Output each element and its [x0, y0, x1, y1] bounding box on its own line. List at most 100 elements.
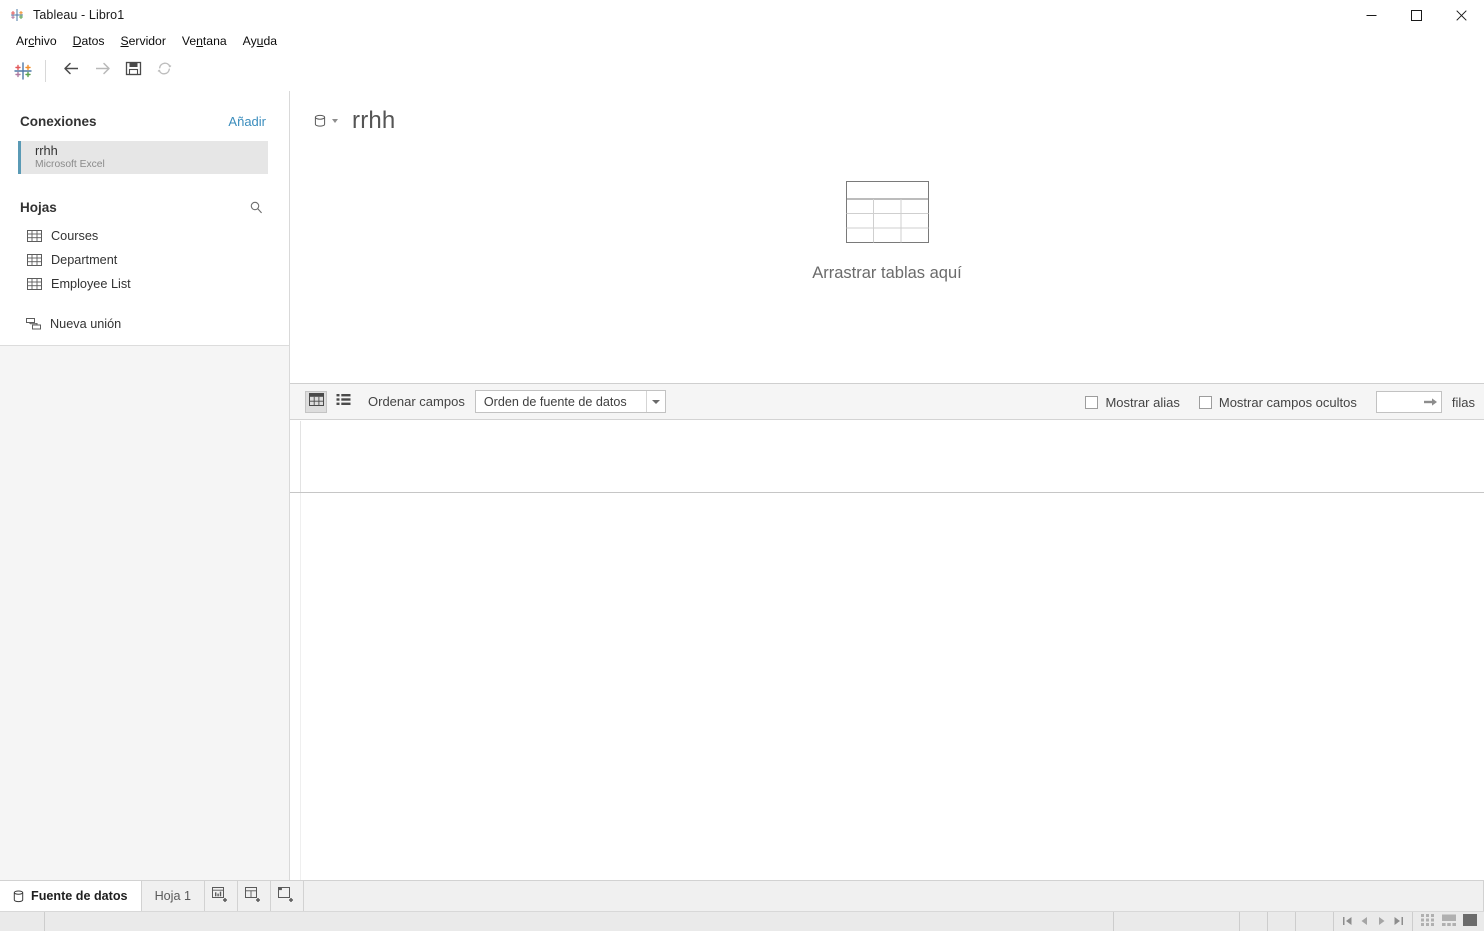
- close-button[interactable]: [1439, 0, 1484, 30]
- window-title: Tableau - Libro1: [33, 8, 125, 22]
- maximize-button[interactable]: [1394, 0, 1439, 30]
- union-icon: [26, 317, 42, 331]
- checkbox-box: [1085, 395, 1099, 409]
- sheet-label: Courses: [51, 229, 99, 243]
- sort-fields-value: Orden de fuente de datos: [483, 394, 627, 409]
- canvas-area: rrhh Arrastrar tablas aquí: [290, 91, 1484, 384]
- sheet-label: Employee List: [51, 277, 131, 291]
- grid-body-divider: [300, 493, 301, 880]
- sheet-item-courses[interactable]: Courses: [0, 224, 289, 248]
- status-cell-4: [1268, 912, 1296, 931]
- table-placeholder-icon: [845, 181, 929, 243]
- show-filmstrip-button[interactable]: [1438, 913, 1459, 931]
- menu-archivo[interactable]: Archivo: [8, 32, 65, 50]
- bottom-tab-bar: Fuente de datos Hoja 1: [0, 880, 1484, 911]
- new-dashboard-icon: [245, 886, 262, 907]
- arrow-left-icon: [62, 59, 81, 83]
- list-icon: [336, 393, 351, 411]
- new-union-item[interactable]: Nueva unión: [0, 312, 289, 336]
- title-bar: Tableau - Libro1: [0, 0, 1484, 30]
- status-cell-1: [0, 912, 45, 931]
- menu-datos[interactable]: Datos: [65, 32, 113, 50]
- nav-last-icon: [1393, 913, 1404, 931]
- add-connection-link[interactable]: Añadir: [228, 114, 266, 129]
- new-union-label: Nueva unión: [50, 317, 122, 331]
- toolbar-separator: [45, 60, 46, 82]
- prev-sheet-button[interactable]: [1356, 913, 1373, 931]
- new-story-button[interactable]: [271, 881, 304, 911]
- nav-first-icon: [1342, 913, 1353, 931]
- connections-header: Conexiones Añadir: [0, 111, 289, 131]
- connections-title: Conexiones: [20, 113, 97, 129]
- table-icon: [27, 229, 42, 243]
- rows-input[interactable]: [1375, 391, 1442, 413]
- tableau-window: Tableau - Libro1 Archivo Datos Servidor …: [0, 0, 1484, 931]
- refresh-icon: [156, 60, 173, 82]
- show-sheet-thumbnails-button[interactable]: [1417, 913, 1438, 931]
- grid-view-toggle[interactable]: [305, 390, 327, 413]
- sheets-title: Hojas: [20, 199, 57, 215]
- save-button[interactable]: [118, 56, 149, 87]
- arrow-right-icon: [93, 59, 112, 83]
- status-bar: [0, 911, 1484, 931]
- minimize-button[interactable]: [1349, 0, 1394, 30]
- refresh-button[interactable]: [149, 56, 180, 87]
- new-dashboard-button[interactable]: [238, 881, 271, 911]
- show-sheet-button[interactable]: [1459, 913, 1480, 931]
- datasource-header: rrhh: [290, 91, 395, 151]
- tab-label: Hoja 1: [154, 889, 191, 903]
- sort-fields-select[interactable]: Orden de fuente de datos: [474, 390, 666, 413]
- sheets-list: Courses Department Employee List: [0, 224, 289, 296]
- show-aliases-label: Mostrar alias: [1105, 394, 1180, 410]
- arrow-right-icon[interactable]: [1422, 392, 1440, 412]
- chevron-down-icon[interactable]: [332, 119, 338, 123]
- options-bar-right: Mostrar alias Mostrar campos ocultos fil…: [1085, 384, 1484, 420]
- last-sheet-button[interactable]: [1390, 913, 1407, 931]
- show-aliases-checkbox[interactable]: Mostrar alias: [1085, 394, 1180, 410]
- drop-zone[interactable]: Arrastrar tablas aquí: [290, 181, 1484, 283]
- menu-servidor[interactable]: Servidor: [113, 32, 174, 50]
- sheet-item-department[interactable]: Department: [0, 248, 289, 272]
- table-icon: [27, 277, 42, 291]
- nav-prev-icon: [1359, 913, 1370, 931]
- sheet-label: Department: [51, 253, 118, 267]
- search-icon[interactable]: [249, 200, 263, 214]
- data-grid-header-area[interactable]: [290, 421, 1484, 493]
- first-sheet-button[interactable]: [1339, 913, 1356, 931]
- forward-button[interactable]: [87, 56, 118, 87]
- sheet-navigation: [1334, 912, 1413, 931]
- database-icon[interactable]: [311, 112, 329, 130]
- left-panel: Conexiones Añadir rrhh Microsoft Excel H…: [0, 91, 290, 880]
- new-worksheet-button[interactable]: [205, 881, 238, 911]
- datasource-name: rrhh: [352, 107, 396, 134]
- menu-bar: Archivo Datos Servidor Ventana Ayuda: [0, 30, 1484, 51]
- next-sheet-button[interactable]: [1373, 913, 1390, 931]
- left-panel-top: Conexiones Añadir rrhh Microsoft Excel H…: [0, 91, 289, 346]
- toolbar: [0, 51, 1484, 91]
- table-icon: [27, 253, 42, 267]
- tableau-logo-icon: [9, 7, 25, 23]
- new-worksheet-icon: [212, 886, 229, 907]
- sheet-item-employee-list[interactable]: Employee List: [0, 272, 289, 296]
- menu-ayuda[interactable]: Ayuda: [235, 32, 285, 50]
- save-icon: [125, 60, 142, 82]
- list-view-toggle[interactable]: [332, 391, 354, 413]
- connection-type: Microsoft Excel: [35, 159, 105, 170]
- checkbox-box: [1198, 395, 1212, 409]
- status-cell-5: [1296, 912, 1334, 931]
- tableau-logo-icon[interactable]: [12, 60, 34, 82]
- status-cell-3: [1240, 912, 1268, 931]
- chevron-down-icon[interactable]: [645, 391, 665, 412]
- tab-fuente-de-datos[interactable]: Fuente de datos: [0, 881, 142, 911]
- tab-hoja-1[interactable]: Hoja 1: [142, 881, 205, 911]
- drop-zone-label: Arrastrar tablas aquí: [812, 264, 962, 282]
- back-button[interactable]: [56, 56, 87, 87]
- nav-next-icon: [1376, 913, 1387, 931]
- show-hidden-fields-checkbox[interactable]: Mostrar campos ocultos: [1198, 395, 1357, 410]
- data-grid-body[interactable]: [290, 493, 1484, 880]
- menu-ventana[interactable]: Ventana: [174, 32, 235, 50]
- rows-label: filas: [1451, 394, 1475, 410]
- view-mode-buttons: [1413, 912, 1484, 931]
- status-cell-2: [1114, 912, 1240, 931]
- connection-item-rrhh[interactable]: rrhh Microsoft Excel: [18, 141, 268, 174]
